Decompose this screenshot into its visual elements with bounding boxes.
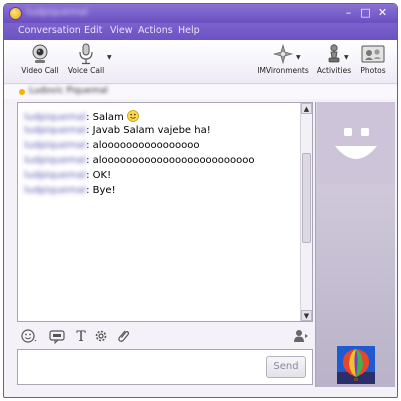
- contact-avatar[interactable]: [317, 102, 395, 184]
- own-avatar[interactable]: [337, 346, 375, 384]
- message-history[interactable]: ludpiquemal: Salam ludpiquemal: Javab Sa…: [17, 102, 313, 322]
- message-text: OK!: [92, 170, 112, 181]
- photos-button[interactable]: Photos: [356, 43, 390, 75]
- message-row: ludpiquemal: Bye!: [24, 185, 116, 196]
- svg-text:T: T: [76, 329, 86, 344]
- voice-call-label: Voice Call: [67, 66, 105, 75]
- imvironments-label: IMVironments: [257, 66, 309, 75]
- message-row: ludpiquemal: aloooooooooooooooo: [24, 140, 200, 151]
- paperclip-icon[interactable]: [115, 328, 131, 344]
- imvironments-icon: [272, 43, 294, 65]
- smiley-emoticon-icon: [127, 110, 139, 122]
- menu-help[interactable]: Help: [178, 25, 200, 36]
- message-text: Salam: [92, 112, 124, 123]
- message-scrollbar[interactable]: ▲ ▼: [300, 103, 312, 321]
- message-row: ludpiquemal: OK!: [24, 170, 112, 181]
- contact-status-line: Ludovic Piquemal: [4, 85, 397, 99]
- message-sender: ludpiquemal: [24, 170, 87, 181]
- photos-label: Photos: [360, 66, 386, 75]
- menu-actions[interactable]: Actions: [138, 25, 173, 36]
- scroll-thumb[interactable]: [302, 153, 311, 243]
- display-image-pane: [315, 102, 395, 387]
- message-row: ludpiquemal: Salam: [24, 110, 139, 123]
- menu-bar: Conversation Edit View Actions Help: [4, 23, 397, 40]
- audible-icon[interactable]: [49, 328, 65, 344]
- input-toolbar: T: [17, 325, 313, 347]
- text-format-icon[interactable]: T: [73, 328, 89, 344]
- message-sender: ludpiquemal: [24, 140, 87, 151]
- menu-view[interactable]: View: [110, 25, 133, 36]
- contact-icon[interactable]: [293, 328, 309, 344]
- voice-call-button[interactable]: Voice Call: [66, 43, 106, 75]
- message-input[interactable]: Send: [17, 349, 313, 385]
- scroll-up-arrow-icon[interactable]: ▲: [301, 103, 312, 114]
- microphone-icon: [79, 43, 93, 65]
- photos-icon: [361, 45, 385, 63]
- message-sender: ludpiquemal: [24, 185, 87, 196]
- imvironments-dropdown-icon[interactable]: ▼: [296, 54, 301, 61]
- menu-edit[interactable]: Edit: [84, 25, 102, 36]
- send-button[interactable]: Send: [266, 356, 306, 378]
- activities-dropdown-icon[interactable]: ▼: [344, 54, 349, 61]
- message-sender: ludpiquemal: [24, 155, 87, 166]
- maximize-button[interactable]: □: [359, 6, 372, 19]
- chat-window: ludpiquemal – □ ✕ Conversation Edit View…: [3, 3, 398, 398]
- chess-pawn-icon: [328, 44, 340, 63]
- messenger-app-icon: [9, 7, 22, 20]
- minimize-button[interactable]: –: [342, 6, 355, 19]
- menu-conversation[interactable]: Conversation: [18, 25, 81, 36]
- status-indicator-icon: [19, 89, 25, 95]
- activities-label: Activities: [316, 66, 352, 75]
- message-row: ludpiquemal: Javab Salam vajebe ha!: [24, 125, 211, 136]
- message-sender: ludpiquemal: [24, 112, 87, 123]
- message-text: alooooooooooooooooooooooooo: [92, 155, 255, 166]
- message-row: ludpiquemal: alooooooooooooooooooooooooo: [24, 155, 255, 166]
- emoticon-icon[interactable]: [21, 328, 37, 344]
- gear-icon[interactable]: [93, 328, 109, 344]
- video-call-label: Video Call: [21, 66, 59, 75]
- scroll-down-arrow-icon[interactable]: ▼: [301, 310, 312, 321]
- message-sender: ludpiquemal: [24, 125, 87, 136]
- webcam-icon: [32, 44, 48, 63]
- toolbar: Video Call Voice Call ▼ IMVironments ▼ A…: [4, 40, 397, 84]
- window-title: ludpiquemal: [26, 7, 89, 18]
- voice-call-dropdown-icon[interactable]: ▼: [107, 54, 112, 61]
- message-text: aloooooooooooooooo: [92, 140, 200, 151]
- title-bar: ludpiquemal – □ ✕: [4, 4, 397, 23]
- imvironments-button[interactable]: IMVironments: [256, 43, 310, 75]
- message-text: Javab Salam vajebe ha!: [92, 125, 211, 136]
- video-call-button[interactable]: Video Call: [20, 43, 60, 75]
- message-text: Bye!: [92, 185, 116, 196]
- contact-name: Ludovic Piquemal: [29, 86, 108, 96]
- close-button[interactable]: ✕: [376, 6, 389, 19]
